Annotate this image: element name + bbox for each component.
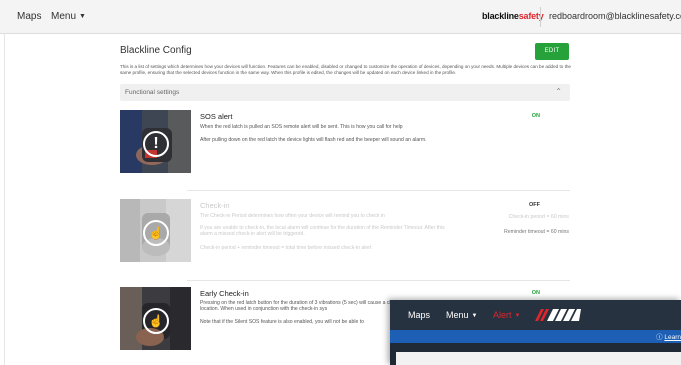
nav-maps-link[interactable]: Maps (17, 11, 41, 22)
overlay-menu-dropdown[interactable]: Menu ▼ (446, 310, 477, 320)
reminder-timeout-value: Reminder timeout = 60 mins (503, 229, 569, 235)
user-email: redboardroom@blacklinesafety.com (549, 11, 681, 21)
overlay-app-window: Maps Menu ▼ Alert ▼ ⓘ Learn (390, 300, 681, 365)
caret-down-icon: ▼ (471, 313, 478, 319)
functional-settings-header[interactable]: Functional settings ⌃ (120, 84, 570, 101)
setting-description: If you are unable to check-in, the local… (200, 225, 445, 238)
config-description: This is a list of settings which determi… (120, 64, 571, 75)
nav-menu-label: Menu (51, 11, 77, 22)
status-badge[interactable]: ON (532, 113, 540, 119)
blackline-mark-icon (535, 309, 581, 321)
brand-dark-text: blackline (482, 11, 519, 21)
user-account-dropdown[interactable]: redboardroom@blacklinesafety.com▼ (549, 11, 681, 21)
info-circle-icon: ⓘ (656, 334, 663, 341)
setting-description: Check-in period + reminder timeout = tot… (200, 245, 372, 251)
setting-name: Check-in (200, 201, 230, 210)
exclamation-icon: ! (143, 131, 169, 157)
hand-tap-icon: ☝ (143, 308, 169, 334)
chevron-up-icon[interactable]: ⌃ (555, 87, 562, 96)
setting-name: Early Check-in (200, 289, 249, 298)
overlay-nav-bar: Maps Menu ▼ Alert ▼ (390, 300, 681, 330)
top-nav-bar: Maps Menu ▼ blacklinesafety redboardroom@… (0, 0, 681, 34)
section-label: Functional settings (125, 89, 180, 96)
overlay-maps-link[interactable]: Maps (408, 310, 430, 320)
check-in-image: ☝ (120, 199, 191, 262)
setting-name: SOS alert (200, 112, 233, 121)
setting-sos-alert: ! SOS alert ON When the red latch is pul… (120, 110, 572, 174)
caret-down-icon: ▼ (514, 313, 521, 319)
nav-menu-dropdown[interactable]: Menu ▼ (51, 11, 86, 22)
setting-description: When the red latch is pulled an SOS remo… (200, 124, 403, 130)
status-badge[interactable]: OFF (529, 202, 540, 208)
row-divider (187, 280, 570, 281)
edit-button[interactable]: EDIT (535, 43, 569, 60)
check-in-period-value: Check-in period = 60 mins (508, 214, 569, 220)
page-title: Blackline Config (120, 45, 192, 56)
caret-down-icon: ▼ (79, 13, 86, 20)
overlay-menu-label: Menu (446, 310, 469, 320)
status-badge[interactable]: ON (532, 290, 540, 296)
sos-alert-image: ! (120, 110, 191, 173)
nav-divider (540, 7, 541, 27)
hand-tap-icon: ☝ (143, 220, 169, 246)
overlay-alert-dropdown[interactable]: Alert ▼ (493, 310, 520, 320)
blackline-logo: blacklinesafety (482, 11, 544, 21)
setting-check-in: ☝ Check-in OFF Check-in period = 60 mins… (120, 199, 572, 263)
learn-link[interactable]: ⓘ Learn (656, 331, 681, 341)
early-check-in-image: ☝ (120, 287, 191, 350)
info-banner: ⓘ Learn (390, 330, 681, 343)
row-divider (187, 190, 570, 191)
setting-description: The Check-in Period determines how often… (200, 213, 385, 219)
overlay-content-area (396, 352, 681, 365)
overlay-alert-label: Alert (493, 310, 512, 320)
setting-description: After pulling down on the red latch the … (200, 137, 427, 143)
learn-label: Learn (664, 334, 681, 341)
